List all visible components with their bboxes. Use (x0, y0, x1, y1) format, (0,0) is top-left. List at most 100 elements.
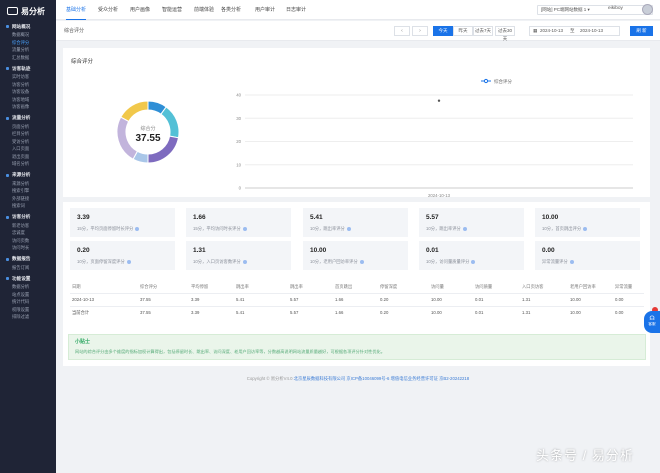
sidebar-item[interactable]: 报告订阅 (0, 264, 56, 272)
footer-links[interactable]: 北京星辰数据科技有限公司 京ICP备10046099号-6 增值电信业务经营许可… (294, 376, 470, 381)
nav-group-header[interactable]: 网站概况 (0, 22, 56, 31)
sidebar-item[interactable]: 实时访客 (0, 73, 56, 81)
sidebar-item[interactable]: 站点设置 (0, 291, 56, 299)
range-button[interactable]: 过去30天 (495, 26, 515, 41)
help-icon[interactable] (242, 259, 247, 264)
column-header[interactable]: 首页跳出 (335, 281, 352, 293)
donut-segment (160, 106, 180, 139)
nav-group-title: 功能设置 (12, 275, 31, 281)
sidebar-item[interactable]: 受访分析 (0, 138, 56, 146)
sidebar-item[interactable]: 访问页数 (0, 237, 56, 245)
help-icon[interactable] (583, 226, 588, 231)
table-cell: 5.41 (236, 310, 245, 315)
column-header[interactable]: 访问量 (431, 281, 444, 293)
help-icon[interactable] (346, 226, 351, 231)
top-tab[interactable]: 前端体验 (194, 0, 214, 20)
column-header[interactable]: 跳出率 (290, 281, 303, 293)
metric-label-text: 10分，跳出率评分 (426, 226, 461, 231)
site-select-value: [网站] PC端网站数据 1 (541, 7, 587, 12)
help-icon[interactable] (569, 259, 574, 264)
help-icon[interactable] (359, 259, 364, 264)
sidebar-item[interactable]: 综合评分 (0, 39, 56, 47)
table-cell: 当前合计 (72, 310, 90, 315)
sidebar-item[interactable]: 退出页面 (0, 153, 56, 161)
top-tab[interactable]: 用户审计 (255, 0, 275, 20)
top-tab[interactable]: 各类分析 (221, 0, 241, 20)
nav-group-header[interactable]: 访客分析 (0, 213, 56, 222)
sidebar-item[interactable]: 域名分析 (0, 160, 56, 168)
sidebar-item[interactable]: 忠诚度 (0, 229, 56, 237)
sidebar-item[interactable]: 排除过滤 (0, 313, 56, 321)
nav-group-header[interactable]: 访客轨迹 (0, 64, 56, 73)
column-header[interactable]: 跳出率 (236, 281, 249, 293)
top-tab[interactable]: 基础分析 (66, 0, 87, 20)
sidebar-item[interactable]: 外部链接 (0, 195, 56, 203)
sidebar-item[interactable]: 来源分析 (0, 180, 56, 188)
nav-group-icon (6, 215, 9, 219)
sidebar-item[interactable]: 页面分析 (0, 123, 56, 131)
nav-group-header[interactable]: 来源分析 (0, 171, 56, 180)
sidebar-item[interactable]: 新老访客 (0, 222, 56, 230)
sidebar-item[interactable]: 统计代码 (0, 298, 56, 306)
sidebar-item[interactable]: 访客分析 (0, 81, 56, 89)
metric-tile: 0.01 10分，访问量质量评分 (419, 241, 524, 270)
nav-group-header[interactable]: 功能设置 (0, 274, 56, 283)
column-header[interactable]: 日期 (72, 281, 81, 293)
sidebar-item[interactable]: 搜索词 (0, 202, 56, 210)
sidebar-item[interactable]: 流量分析 (0, 46, 56, 54)
column-header[interactable]: 访问质量 (475, 281, 492, 293)
sidebar-item[interactable]: 数据分析 (0, 283, 56, 291)
data-point[interactable] (437, 99, 441, 102)
brand-name: 易分析 (21, 6, 45, 16)
column-header[interactable]: 平均停留 (191, 281, 208, 293)
nav-group-header[interactable]: 数据报告 (0, 255, 56, 264)
metric-value: 0.20 (77, 247, 90, 254)
range-button[interactable]: 昨天 (453, 26, 473, 36)
sidebar-item[interactable]: 入口页面 (0, 145, 56, 153)
column-header[interactable]: 停留深度 (380, 281, 397, 293)
y-tick-label: 40 (236, 93, 241, 98)
prev-day-button[interactable]: ‹ (394, 26, 410, 36)
logo-icon (7, 7, 18, 15)
top-tab[interactable]: 日志审计 (286, 0, 306, 20)
help-icon[interactable] (471, 259, 476, 264)
help-icon[interactable] (242, 226, 247, 231)
metric-label: 15分，平均页面停留时长评分 (77, 226, 140, 232)
help-icon[interactable] (126, 259, 131, 264)
top-tab[interactable]: 智能运营 (162, 0, 182, 20)
metric-tile: 0.00 异常流量评分 (535, 241, 640, 270)
help-icon[interactable] (462, 226, 467, 231)
help-icon[interactable] (135, 226, 140, 231)
date-range-picker[interactable]: ▦ 2024-10-13 至 2024-10-13 (529, 26, 620, 36)
sidebar-item[interactable]: 权限设置 (0, 306, 56, 314)
sidebar-item[interactable]: 栏目分析 (0, 130, 56, 138)
range-button[interactable]: 今天 (433, 26, 453, 36)
sidebar-item[interactable]: 访问时长 (0, 244, 56, 252)
site-select[interactable]: [网站] PC端网站数据 1 ▾ (537, 5, 653, 15)
top-tab[interactable]: 受众分析 (98, 0, 118, 20)
column-header[interactable]: 异常流量 (615, 281, 632, 293)
tips-title: 小贴士 (75, 339, 91, 345)
copyright: Copyright © 易分析V4.0 (246, 376, 294, 381)
sidebar-item[interactable]: 访客地域 (0, 96, 56, 104)
logo[interactable]: 易分析 (0, 0, 56, 22)
column-header[interactable]: 老用户回访率 (570, 281, 596, 293)
column-header[interactable]: 入口页访客 (522, 281, 543, 293)
next-day-button[interactable]: › (412, 26, 428, 36)
refresh-button[interactable]: 刷 新 (630, 26, 653, 36)
sidebar-item[interactable]: 搜索引擎 (0, 187, 56, 195)
customer-service-button[interactable]: ☊ 客服 (644, 311, 660, 333)
sidebar-item[interactable]: 汇总数据 (0, 54, 56, 62)
range-button[interactable]: 过去7天 (473, 26, 493, 36)
avatar[interactable] (642, 4, 653, 15)
user-name[interactable]: eikiboy (608, 6, 623, 11)
top-tab[interactable]: 用户画像 (130, 0, 150, 20)
legend[interactable]: 综合评分 (481, 78, 512, 85)
sidebar-item[interactable]: 访客设备 (0, 88, 56, 96)
nav-group: 网站概况 数据概况 综合评分 流量分析 汇总数据 (0, 22, 56, 61)
nav-group-header[interactable]: 流量分析 (0, 114, 56, 123)
sidebar-item[interactable]: 数据概况 (0, 31, 56, 39)
table-cell: 10.00 (570, 310, 581, 315)
sidebar-item[interactable]: 访客画像 (0, 103, 56, 111)
column-header[interactable]: 综合评分 (140, 281, 157, 293)
